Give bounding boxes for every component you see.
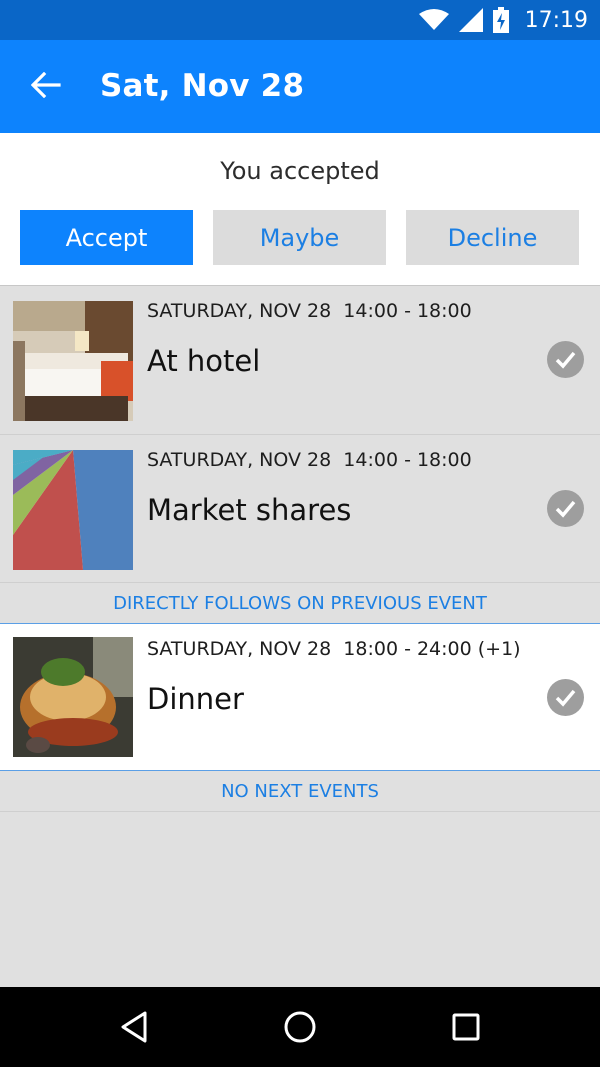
back-triangle-icon[interactable] [112,1007,156,1047]
arrow-left-icon [30,71,61,103]
battery-charging-icon [492,7,509,33]
maybe-button[interactable]: Maybe [213,210,386,265]
event-row-dinner[interactable]: SATURDAY, NOV 28 18:00 - 24:00 (+1) Dinn… [0,624,600,770]
event-title: Market shares [147,493,352,527]
event-time: SATURDAY, NOV 28 14:00 - 18:00 [147,449,472,471]
decline-button[interactable]: Decline [406,210,579,265]
dinner-food-photo [13,637,133,757]
event-title: Dinner [147,682,244,716]
no-next-events-label: NO NEXT EVENTS [0,771,600,811]
rsvp-panel: You accepted Accept Maybe Decline [0,133,600,286]
wifi-icon [418,9,449,31]
page-title: Sat, Nov 28 [100,68,305,104]
no-next-events-text: NO NEXT EVENTS [221,781,379,802]
check-circle-icon [547,341,584,378]
check-circle-icon [547,490,584,527]
directly-follows-text: DIRECTLY FOLLOWS ON PREVIOUS EVENT [113,593,487,614]
event-row-at-hotel[interactable]: SATURDAY, NOV 28 14:00 - 18:00 At hotel [0,286,600,434]
pie-chart-image [13,450,133,570]
event-time: SATURDAY, NOV 28 18:00 - 24:00 (+1) [147,638,521,660]
app-bar: Sat, Nov 28 [0,40,600,133]
event-row-market-shares[interactable]: SATURDAY, NOV 28 14:00 - 18:00 Market sh… [0,435,600,583]
status-icons: 17:19 [418,6,588,34]
accept-button[interactable]: Accept [20,210,193,265]
signal-icon [458,8,483,32]
recents-square-icon[interactable] [444,1007,488,1047]
back-button[interactable] [18,66,74,108]
status-bar: 17:19 [0,0,600,40]
divider [0,811,600,812]
hotel-room-photo [13,301,133,421]
status-time: 17:19 [524,7,588,33]
event-time: SATURDAY, NOV 28 14:00 - 18:00 [147,300,472,322]
event-title: At hotel [147,344,261,378]
home-circle-icon[interactable] [278,1007,322,1047]
system-nav-bar [0,987,600,1067]
directly-follows-label: DIRECTLY FOLLOWS ON PREVIOUS EVENT [0,583,600,623]
check-circle-icon [547,679,584,716]
rsvp-status-text: You accepted [220,157,380,185]
